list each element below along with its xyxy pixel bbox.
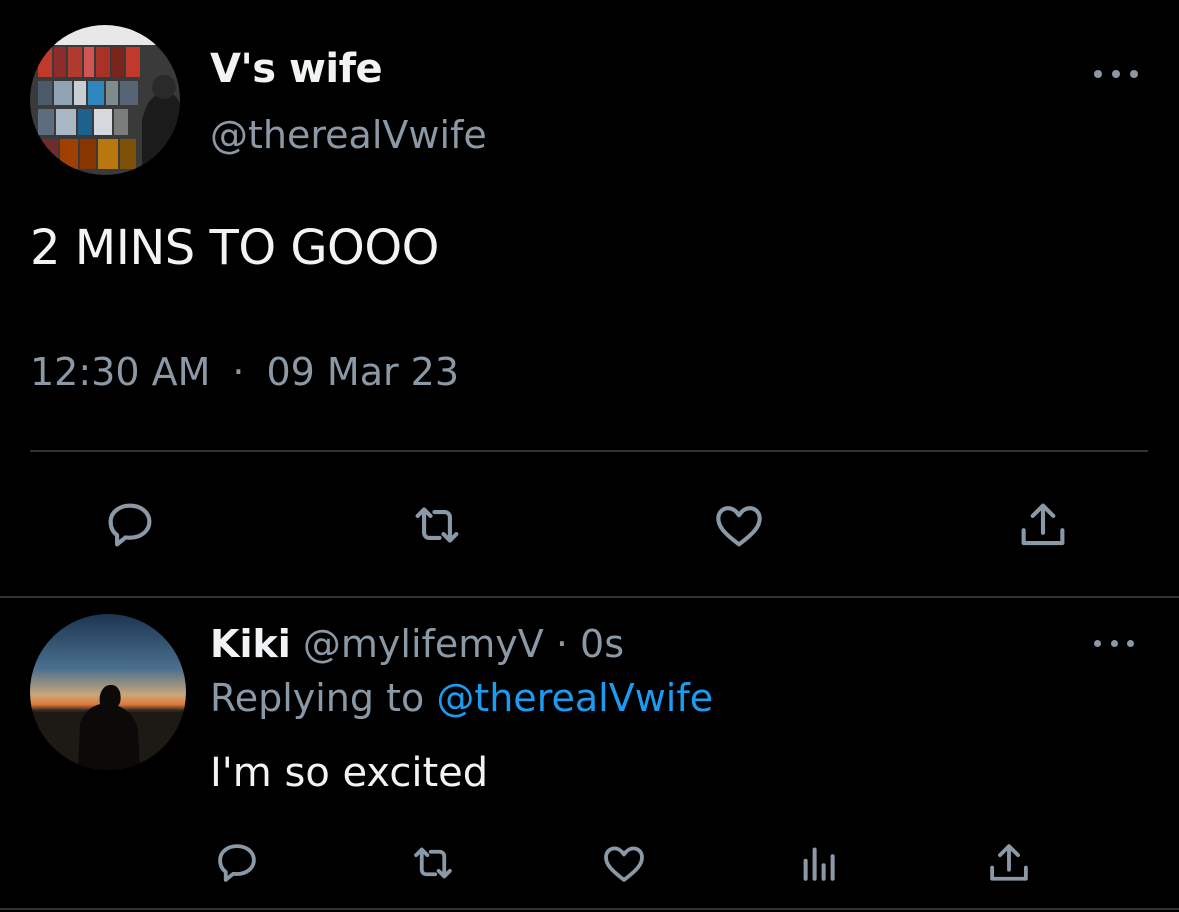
speech-bubble-icon — [218, 844, 256, 882]
sunset-avatar-image — [30, 614, 186, 770]
tweet-timestamp[interactable]: 12:30 AM · 09 Mar 23 — [30, 350, 459, 394]
reply-share-button[interactable] — [974, 828, 1044, 898]
replying-to-mention[interactable]: @therealVwife — [436, 676, 713, 720]
retweet-button[interactable] — [402, 490, 472, 560]
heart-icon — [604, 846, 644, 882]
author-handle[interactable]: @therealVwife — [210, 113, 487, 157]
reply-author-avatar[interactable] — [30, 614, 186, 770]
reply-analytics-button[interactable] — [783, 828, 853, 898]
divider — [0, 596, 1179, 598]
reply-reply-button[interactable] — [202, 828, 272, 898]
retweet-icon — [415, 507, 459, 543]
share-button[interactable] — [1008, 490, 1078, 560]
reply-like-button[interactable] — [589, 828, 659, 898]
share-icon — [990, 844, 1028, 881]
reply-more-options-icon[interactable] — [1094, 633, 1134, 653]
record-store-avatar-image — [30, 25, 180, 175]
divider — [0, 908, 1179, 910]
replying-to: Replying to @therealVwife — [210, 676, 713, 720]
more-options-icon[interactable] — [1094, 62, 1138, 86]
author-avatar[interactable] — [30, 25, 180, 175]
share-icon — [1021, 503, 1065, 546]
tweet-time: 12:30 AM — [30, 350, 211, 394]
speech-bubble-icon — [108, 503, 152, 547]
meta-separator: · — [232, 350, 245, 394]
author-display-name[interactable]: V's wife — [210, 46, 383, 92]
reply-separator: · — [555, 622, 568, 666]
reply-button[interactable] — [95, 490, 165, 560]
reply-text: I'm so excited — [210, 750, 489, 796]
bar-chart-icon — [803, 847, 835, 881]
reply-age[interactable]: 0s — [580, 622, 624, 666]
reply-header: Kiki @mylifemyV · 0s — [210, 622, 624, 666]
reply-author-name[interactable]: Kiki — [210, 622, 291, 666]
reply-retweet-button[interactable] — [398, 828, 468, 898]
like-button[interactable] — [704, 490, 774, 560]
tweet-date: 09 Mar 23 — [266, 350, 460, 394]
divider — [30, 450, 1148, 452]
heart-icon — [716, 506, 762, 547]
reply-author-handle[interactable]: @mylifemyV — [303, 622, 544, 666]
replying-to-label: Replying to — [210, 676, 425, 720]
tweet-text: 2 MINS TO GOOO — [30, 220, 439, 276]
retweet-icon — [414, 847, 452, 879]
